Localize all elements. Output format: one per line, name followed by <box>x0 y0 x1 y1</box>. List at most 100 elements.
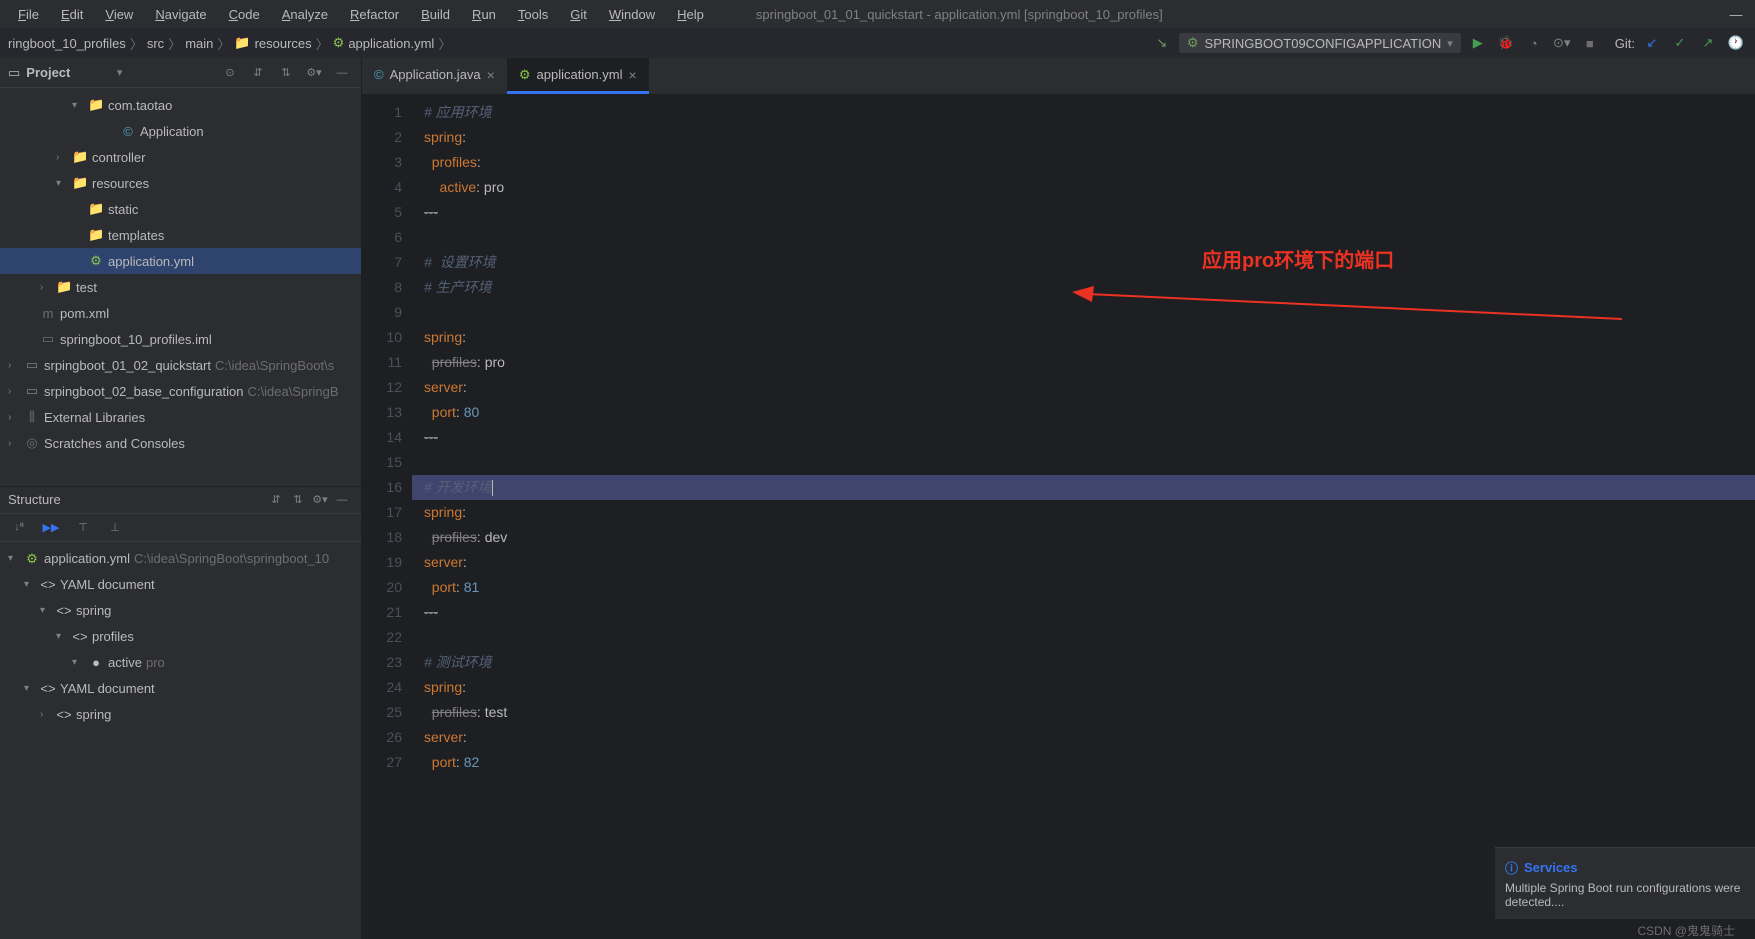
code-line[interactable]: server: <box>424 375 1755 400</box>
code-line[interactable]: --- <box>424 425 1755 450</box>
tree-item[interactable]: ▾⚙application.yml C:\idea\SpringBoot\spr… <box>0 546 361 572</box>
tree-item[interactable]: ›▭srpingboot_01_02_quickstart C:\idea\Sp… <box>0 352 361 378</box>
code-editor[interactable]: 1234567891011121314151617181920212223242… <box>362 94 1755 939</box>
code-line[interactable]: spring: <box>424 125 1755 150</box>
tree-item[interactable]: ›◎Scratches and Consoles <box>0 430 361 456</box>
breadcrumb-item[interactable]: main <box>185 36 213 51</box>
code-line[interactable]: # 测试环境 <box>424 650 1755 675</box>
editor-tab[interactable]: ©Application.java× <box>362 58 507 94</box>
tree-item[interactable]: ▭springboot_10_profiles.iml <box>0 326 361 352</box>
stop-button[interactable]: ■ <box>1579 32 1601 54</box>
code-line[interactable]: spring: <box>424 325 1755 350</box>
editor-tab[interactable]: ⚙application.yml× <box>507 58 649 94</box>
services-notification[interactable]: ⓘ Services Multiple Spring Boot run conf… <box>1495 847 1755 919</box>
code-line[interactable]: --- <box>424 600 1755 625</box>
tree-item[interactable]: ›📁controller <box>0 144 361 170</box>
code-line[interactable] <box>424 625 1755 650</box>
hide-icon[interactable]: — <box>331 62 353 84</box>
code-line[interactable]: # 开发环境 <box>412 475 1755 500</box>
code-line[interactable] <box>424 450 1755 475</box>
breadcrumb-item[interactable]: ⚙application.yml <box>333 35 435 51</box>
tree-item[interactable]: ▾<>profiles <box>0 624 361 650</box>
expand-icon[interactable]: ⇵ <box>265 489 287 511</box>
build-icon[interactable]: ↘ <box>1151 32 1173 54</box>
tree-item[interactable]: ›📁test <box>0 274 361 300</box>
code-line[interactable]: profiles: dev <box>424 525 1755 550</box>
tree-item[interactable]: 📁templates <box>0 222 361 248</box>
tree-item[interactable]: ▾<>YAML document <box>0 572 361 598</box>
git-push-icon[interactable]: ↗ <box>1697 32 1719 54</box>
menu-help[interactable]: Help <box>667 3 714 26</box>
tree-item[interactable]: ⚙application.yml <box>0 248 361 274</box>
settings-icon[interactable]: ⚙▾ <box>303 62 325 84</box>
code-line[interactable]: spring: <box>424 675 1755 700</box>
code-line[interactable]: # 设置环境 <box>424 250 1755 275</box>
tree-item[interactable]: ▾📁com.taotao <box>0 92 361 118</box>
tree-item[interactable]: ©Application <box>0 118 361 144</box>
breadcrumb-item[interactable]: src <box>147 36 164 51</box>
tree-item[interactable]: ›⫼External Libraries <box>0 404 361 430</box>
run-button[interactable]: ▶ <box>1467 32 1489 54</box>
code-line[interactable] <box>424 225 1755 250</box>
tree-item[interactable]: mpom.xml <box>0 300 361 326</box>
code-line[interactable]: # 应用环境 <box>424 100 1755 125</box>
collapse-tree-icon[interactable]: ⊥ <box>104 516 126 538</box>
menu-refactor[interactable]: Refactor <box>340 3 409 26</box>
close-icon[interactable]: × <box>487 67 495 83</box>
menu-tools[interactable]: Tools <box>508 3 558 26</box>
code-line[interactable]: spring: <box>424 500 1755 525</box>
coverage-button[interactable]: ◔ <box>1523 32 1545 54</box>
code-line[interactable]: server: <box>424 550 1755 575</box>
chevron-down-icon[interactable]: ▾ <box>117 66 123 79</box>
menu-analyze[interactable]: Analyze <box>272 3 338 26</box>
settings-icon[interactable]: ⚙▾ <box>309 489 331 511</box>
run-config-selector[interactable]: ⚙ SPRINGBOOT09CONFIGAPPLICATION ▾ <box>1179 33 1461 53</box>
code-line[interactable]: profiles: pro <box>424 350 1755 375</box>
close-icon[interactable]: × <box>629 67 637 83</box>
code-line[interactable]: server: <box>424 725 1755 750</box>
tree-item[interactable]: ▾<>spring <box>0 598 361 624</box>
menu-navigate[interactable]: Navigate <box>145 3 216 26</box>
code-line[interactable] <box>424 300 1755 325</box>
code-content[interactable]: # 应用环境spring: profiles: active: pro---# … <box>412 94 1755 939</box>
autoscroll-icon[interactable]: ▶▶ <box>40 516 62 538</box>
menu-build[interactable]: Build <box>411 3 460 26</box>
menu-code[interactable]: Code <box>219 3 270 26</box>
menu-file[interactable]: File <box>8 3 49 26</box>
code-line[interactable]: profiles: test <box>424 700 1755 725</box>
expand-all-icon[interactable]: ⇵ <box>247 62 269 84</box>
tree-item[interactable]: 📁static <box>0 196 361 222</box>
menu-edit[interactable]: Edit <box>51 3 93 26</box>
code-line[interactable]: port: 81 <box>424 575 1755 600</box>
structure-tree[interactable]: ▾⚙application.yml C:\idea\SpringBoot\spr… <box>0 542 361 939</box>
git-pull-icon[interactable]: ↙ <box>1641 32 1663 54</box>
menu-window[interactable]: Window <box>599 3 665 26</box>
debug-button[interactable]: 🐞 <box>1495 32 1517 54</box>
project-tree[interactable]: ▾📁com.taotao©Application›📁controller▾📁re… <box>0 88 361 486</box>
code-line[interactable]: profiles: <box>424 150 1755 175</box>
code-line[interactable]: port: 82 <box>424 750 1755 775</box>
minimize-button[interactable]: — <box>1725 3 1747 25</box>
expand-tree-icon[interactable]: ⊤ <box>72 516 94 538</box>
menu-run[interactable]: Run <box>462 3 506 26</box>
breadcrumb-item[interactable]: 📁resources <box>234 35 311 51</box>
code-line[interactable]: active: pro <box>424 175 1755 200</box>
tree-item[interactable]: ›<>spring <box>0 702 361 728</box>
code-line[interactable]: --- <box>424 200 1755 225</box>
menu-git[interactable]: Git <box>560 3 597 26</box>
git-history-icon[interactable]: 🕐 <box>1725 32 1747 54</box>
collapse-icon[interactable]: ⇅ <box>287 489 309 511</box>
code-line[interactable]: port: 80 <box>424 400 1755 425</box>
tree-item[interactable]: ▾<>YAML document <box>0 676 361 702</box>
menu-view[interactable]: View <box>95 3 143 26</box>
tree-item[interactable]: ›▭srpingboot_02_base_configuration C:\id… <box>0 378 361 404</box>
breadcrumb-item[interactable]: ringboot_10_profiles <box>8 36 126 51</box>
tree-item[interactable]: ▾📁resources <box>0 170 361 196</box>
select-opened-icon[interactable]: ⊙ <box>219 62 241 84</box>
profile-button[interactable]: ⊙▾ <box>1551 32 1573 54</box>
code-line[interactable]: # 生产环境 <box>424 275 1755 300</box>
hide-icon[interactable]: — <box>331 489 353 511</box>
collapse-all-icon[interactable]: ⇅ <box>275 62 297 84</box>
git-commit-icon[interactable]: ✓ <box>1669 32 1691 54</box>
sort-icon[interactable]: ↓ª <box>8 516 30 538</box>
